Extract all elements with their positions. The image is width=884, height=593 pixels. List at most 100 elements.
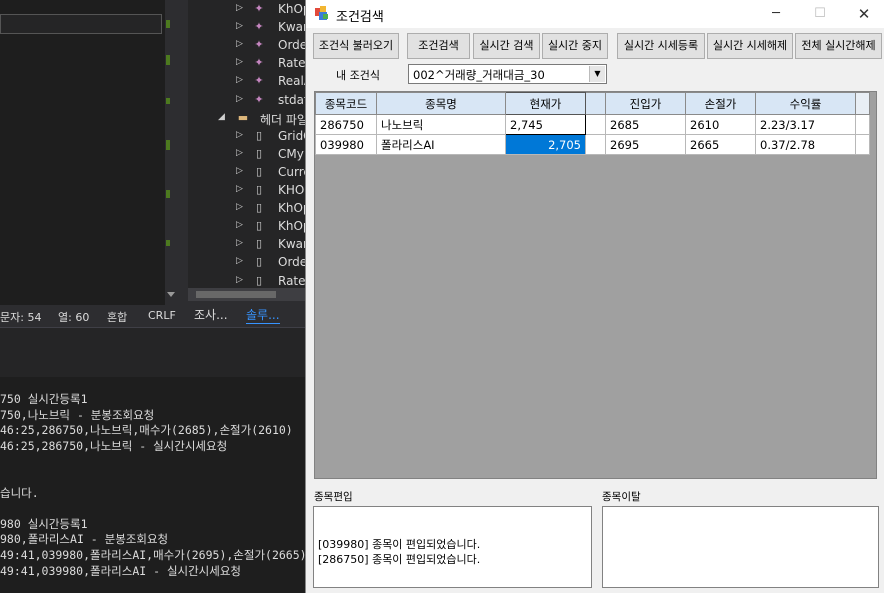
tree-item[interactable]: ▷ ▯ Kwar [188, 236, 305, 254]
cell-filler [855, 134, 870, 155]
cell-stop[interactable]: 2665 [685, 134, 756, 155]
col-header-stop[interactable]: 손절가 [685, 92, 756, 115]
table-row[interactable]: 286750 나노브릭 2,745 2685 2610 2.23/3.17 [315, 114, 870, 135]
tree-item[interactable]: ▷ ▯ KhOp [188, 200, 305, 218]
tree-item[interactable]: ▷ ▯ CMy [188, 146, 305, 164]
app-icon [315, 6, 328, 20]
collapsed-arrow-icon[interactable]: ▷ [236, 75, 243, 85]
col-header-name[interactable]: 종목명 [376, 92, 506, 115]
result-grid[interactable]: 종목코드 종목명 현재가 진입가 손절가 수익률 286750 나노브릭 2,7… [314, 91, 877, 479]
tree-item[interactable]: ▷ ✦ RateI [188, 55, 305, 73]
tree-item[interactable]: ▷ ✦ Kwar [188, 19, 305, 37]
tree-item[interactable]: ▷ ▯ KhOp [188, 218, 305, 236]
cell-code[interactable]: 039980 [315, 134, 377, 155]
tab-solution-explorer[interactable]: 솔루... [246, 306, 280, 324]
collapsed-arrow-icon[interactable]: ▷ [236, 166, 243, 176]
maximize-button[interactable]: ☐ [800, 2, 840, 26]
cell-blank[interactable] [585, 114, 606, 135]
tree-item[interactable]: ◢ ▬ 헤더 파일 [188, 110, 305, 128]
condition-select-value: 002^거래량_거래대금_30 [413, 68, 545, 82]
collapsed-arrow-icon[interactable]: ▷ [236, 184, 243, 194]
all-realtime-unregister-button[interactable]: 전체 실시간해제 [795, 33, 882, 59]
collapsed-arrow-icon[interactable]: ▷ [236, 238, 243, 248]
collapsed-arrow-icon[interactable]: ▷ [236, 275, 243, 285]
output-panel[interactable]: 750 실시간등록1 750,나노브릭 - 분봉조회요청 46:25,286750,… [0, 377, 307, 593]
collapsed-arrow-icon[interactable]: ▷ [236, 21, 243, 31]
minimize-button[interactable]: ─ [756, 2, 796, 26]
col-header-code[interactable]: 종목코드 [315, 92, 377, 115]
tree-item-label: Curre [278, 164, 305, 179]
cell-price-selected[interactable]: 2,705 [505, 134, 586, 155]
collapsed-arrow-icon[interactable]: ▷ [236, 94, 243, 104]
file-icon: ▯ [255, 128, 263, 142]
tab-class-view[interactable]: 조사... [194, 306, 228, 323]
realtime-search-button[interactable]: 실시간 검색 [473, 33, 540, 59]
scroll-down-icon[interactable] [167, 292, 175, 297]
expanded-arrow-icon[interactable]: ◢ [218, 112, 225, 122]
cell-price-editing[interactable]: 2,745 [505, 114, 586, 135]
file-icon: ▯ [255, 201, 263, 215]
tree-item[interactable]: ▷ ▯ KHO [188, 182, 305, 200]
change-marker [166, 140, 170, 150]
status-chars: 문자: 54 [0, 311, 42, 324]
collapsed-arrow-icon[interactable]: ▷ [236, 202, 243, 212]
collapsed-arrow-icon[interactable]: ▷ [236, 3, 243, 13]
tree-item[interactable]: ▷ ▯ GridC [188, 128, 305, 146]
cell-entry[interactable]: 2685 [605, 114, 686, 135]
tree-item-label: GridC [278, 128, 305, 143]
col-header-filler [855, 92, 870, 115]
cell-name[interactable]: 폴라리스AI [376, 134, 506, 155]
change-marker [166, 98, 170, 104]
cell-blank[interactable] [585, 134, 606, 155]
collapsed-arrow-icon[interactable]: ▷ [236, 220, 243, 230]
cell-name[interactable]: 나노브릭 [376, 114, 506, 135]
collapsed-arrow-icon[interactable]: ▷ [236, 148, 243, 158]
outgoing-listbox[interactable] [602, 506, 879, 588]
realtime-stop-button[interactable]: 실시간 중지 [542, 33, 608, 59]
condition-select[interactable]: 002^거래량_거래대금_30 ▼ [408, 64, 607, 84]
file-icon: ▯ [255, 219, 263, 233]
folder-icon: ▬ [237, 110, 249, 124]
field-icon: ✦ [254, 74, 264, 88]
result-table: 종목코드 종목명 현재가 진입가 손절가 수익률 286750 나노브릭 2,7… [315, 92, 870, 155]
condition-search-button[interactable]: 조건검색 [407, 33, 470, 59]
load-condition-button[interactable]: 조건식 불러오기 [313, 33, 399, 59]
collapsed-arrow-icon[interactable]: ▷ [236, 130, 243, 140]
collapsed-arrow-icon[interactable]: ▷ [236, 39, 243, 49]
tree-item[interactable]: ▷ ✦ stdaf [188, 92, 305, 110]
code-editor[interactable] [0, 0, 165, 305]
collapsed-arrow-icon[interactable]: ▷ [236, 256, 243, 266]
editor-scrollbar[interactable] [165, 0, 188, 305]
output-line: 49:41,039980,폴라리스AI - 실시간시세요청 [0, 563, 242, 578]
tree-item-label: RateI [278, 56, 305, 71]
col-header-return[interactable]: 수익률 [755, 92, 856, 115]
editor-find-bar[interactable] [0, 14, 162, 34]
cell-code[interactable]: 286750 [315, 114, 377, 135]
chevron-down-icon[interactable]: ▼ [589, 66, 605, 82]
col-header-entry[interactable]: 진입가 [605, 92, 686, 115]
realtime-price-unregister-button[interactable]: 실시간 시세해제 [707, 33, 793, 59]
output-line: 46:25,286750,나노브릭,매수가(2685),손절가(2610) [0, 423, 293, 438]
tree-item[interactable]: ▷ ▯ Orde [188, 254, 305, 272]
cell-stop[interactable]: 2610 [685, 114, 756, 135]
file-icon: ▯ [255, 183, 263, 196]
col-header-price[interactable]: 현재가 [505, 92, 586, 115]
field-icon: ✦ [254, 20, 264, 34]
cell-return[interactable]: 0.37/2.78 [755, 134, 856, 155]
cell-return[interactable]: 2.23/3.17 [755, 114, 856, 135]
collapsed-arrow-icon[interactable]: ▷ [236, 57, 243, 67]
tree-horizontal-scrollbar[interactable] [188, 288, 305, 301]
col-header-blank[interactable] [585, 92, 606, 115]
solution-explorer-tree[interactable]: ▷ ✦ KhOp ▷ ✦ Kwar ▷ ✦ Orde ▷ ✦ RateI ▷ ✦ RealA ▷ ✦ stdaf ◢… [188, 0, 305, 290]
tree-item[interactable]: ▷ ✦ Orde [188, 37, 305, 55]
table-row[interactable]: 039980 폴라리스AI 2,705 2695 2665 0.37/2.78 [315, 134, 870, 155]
tree-item[interactable]: ▷ ✦ RealA [188, 73, 305, 91]
incoming-listbox[interactable]: [039980] 종목이 편입되었습니다. [286750] 종목이 편입되었습… [313, 506, 592, 588]
close-button[interactable]: ✕ [844, 2, 884, 26]
status-col: 열: 60 [58, 311, 90, 324]
title-bar[interactable]: 조건검색 ─ ☐ ✕ [306, 0, 884, 28]
cell-entry[interactable]: 2695 [605, 134, 686, 155]
realtime-price-register-button[interactable]: 실시간 시세등록 [617, 33, 705, 59]
tree-item[interactable]: ▷ ▯ Curre [188, 164, 305, 182]
tree-item[interactable]: ▷ ✦ KhOp [188, 1, 305, 19]
